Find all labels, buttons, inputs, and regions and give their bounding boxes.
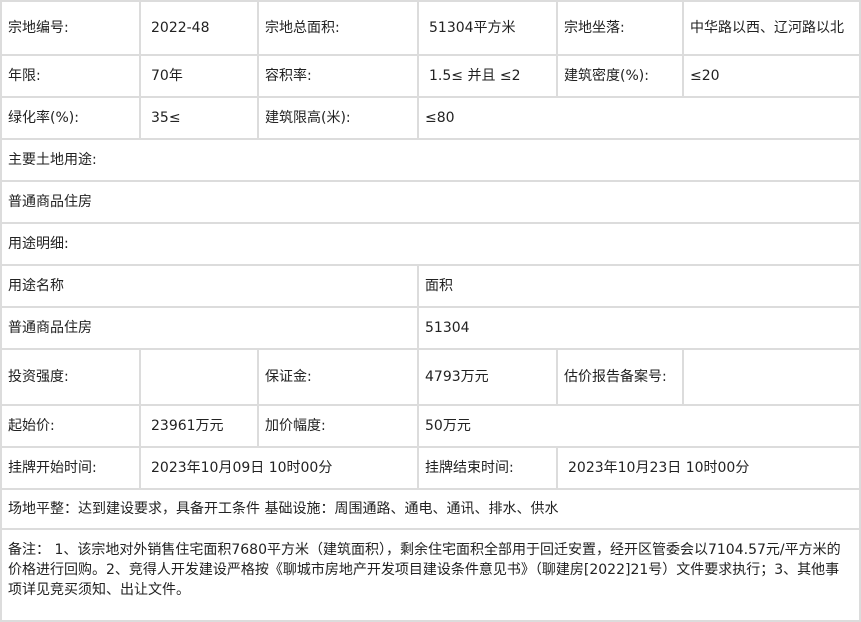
use-name-value: 普通商品住房 <box>0 308 419 350</box>
investment-intensity-label: 投资强度: <box>0 350 141 406</box>
start-price-value: 23961万元 <box>141 406 259 448</box>
parcel-code-value: 2022-48 <box>141 0 259 56</box>
term-label: 年限: <box>0 56 141 98</box>
main-use-label: 主要土地用途: <box>0 140 861 182</box>
use-detail-label: 用途明细: <box>0 224 861 266</box>
parcel-code-label: 宗地编号: <box>0 0 141 56</box>
site-conditions: 场地平整：达到建设要求，具备开工条件 基础设施：周围通路、通电、通讯、排水、供水 <box>0 490 861 530</box>
listing-start-label: 挂牌开始时间: <box>0 448 141 490</box>
far-label: 容积率: <box>259 56 419 98</box>
land-info-table: 宗地编号: 2022-48 宗地总面积: 51304平方米 宗地坐落: 中华路以… <box>0 0 861 622</box>
listing-end-label: 挂牌结束时间: <box>419 448 558 490</box>
height-limit-value: ≤80 <box>419 98 861 140</box>
green-rate-value: 35≤ <box>141 98 259 140</box>
term-value: 70年 <box>141 56 259 98</box>
use-area-header: 面积 <box>419 266 861 308</box>
height-limit-label: 建筑限高(米): <box>259 98 419 140</box>
green-rate-label: 绿化率(%): <box>0 98 141 140</box>
increment-value: 50万元 <box>419 406 861 448</box>
listing-end-value: 2023年10月23日 10时00分 <box>558 448 861 490</box>
increment-label: 加价幅度: <box>259 406 419 448</box>
investment-intensity-value <box>141 350 259 406</box>
deposit-label: 保证金: <box>259 350 419 406</box>
density-value: ≤20 <box>684 56 861 98</box>
main-use-value: 普通商品住房 <box>0 182 861 224</box>
total-area-value: 51304平方米 <box>419 0 558 56</box>
deposit-value: 4793万元 <box>419 350 558 406</box>
use-area-value: 51304 <box>419 308 861 350</box>
location-label: 宗地坐落: <box>558 0 684 56</box>
far-value: 1.5≤ 并且 ≤2 <box>419 56 558 98</box>
location-value: 中华路以西、辽河路以北 <box>684 0 861 56</box>
appraisal-record-label: 估价报告备案号: <box>558 350 684 406</box>
density-label: 建筑密度(%): <box>558 56 684 98</box>
total-area-label: 宗地总面积: <box>259 0 419 56</box>
appraisal-record-value <box>684 350 861 406</box>
remarks: 备注： 1、该宗地对外销售住宅面积7680平方米（建筑面积），剩余住宅面积全部用… <box>0 530 861 622</box>
start-price-label: 起始价: <box>0 406 141 448</box>
listing-start-value: 2023年10月09日 10时00分 <box>141 448 419 490</box>
use-name-header: 用途名称 <box>0 266 419 308</box>
